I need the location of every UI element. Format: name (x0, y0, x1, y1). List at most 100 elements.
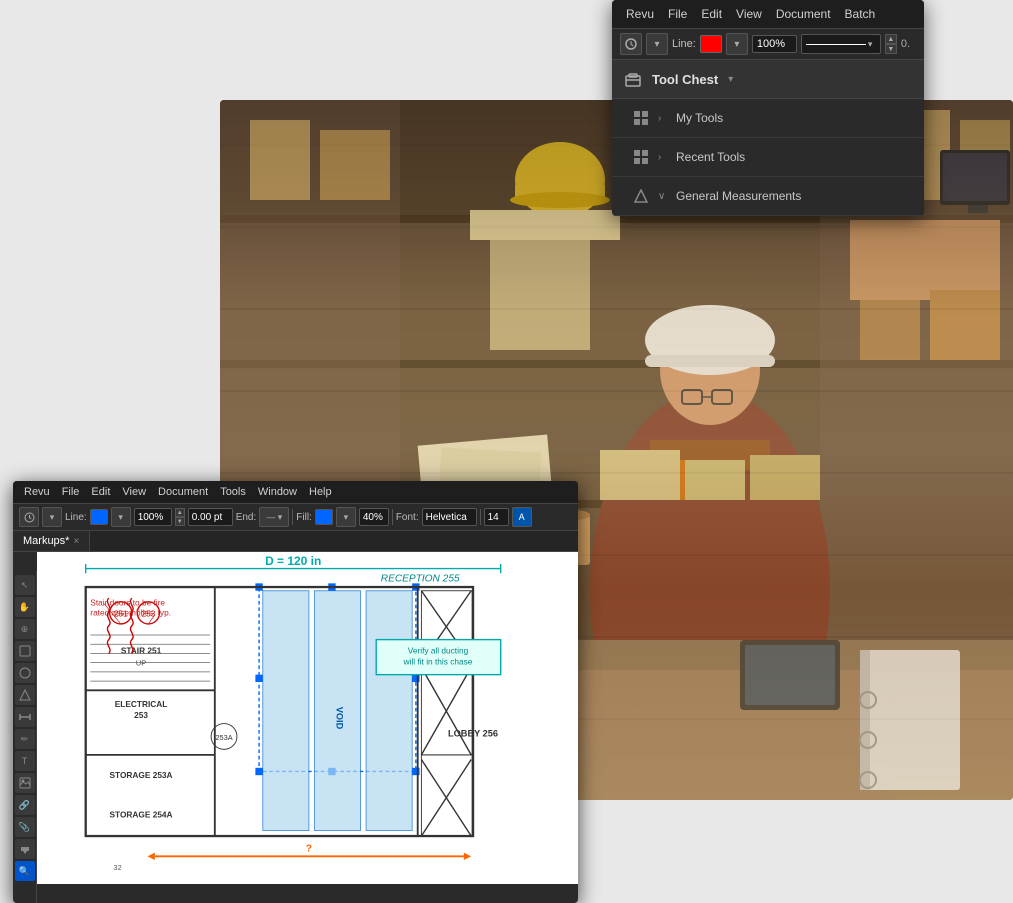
svg-text:STORAGE 253A: STORAGE 253A (110, 770, 173, 780)
mt-divider2 (392, 509, 393, 525)
svg-text:STAIR 251: STAIR 251 (121, 645, 162, 655)
mt-text-icon[interactable]: A (512, 507, 532, 527)
tool-chest-header[interactable]: Tool Chest ▾ (612, 60, 924, 99)
main-menu-document[interactable]: Document (153, 483, 213, 501)
main-menu-help[interactable]: Help (304, 483, 337, 501)
blueprint-svg: D = 120 in RECEPTION 255 (37, 552, 578, 884)
lt-attach[interactable]: 📎 (15, 817, 35, 837)
mt-spinner-down[interactable]: ▼ (175, 517, 185, 526)
menu-batch[interactable]: Batch (839, 4, 882, 24)
mt-line-value[interactable] (188, 508, 233, 526)
lt-hand[interactable]: ✋ (15, 597, 35, 617)
recent-tools-arrow: › (658, 152, 670, 163)
my-tools-label: My Tools (676, 111, 723, 125)
mt-font-value[interactable] (422, 508, 477, 526)
main-menu-view[interactable]: View (117, 483, 151, 501)
main-toolbar: ▾ Line: ▾ ▲ ▼ End: — ▾ Fill: ▾ Font: A (13, 504, 578, 531)
svg-text:253A: 253A (215, 733, 232, 742)
menu-document[interactable]: Document (770, 4, 837, 24)
svg-text:Stair doors to be fire: Stair doors to be fire (90, 597, 165, 607)
main-menu-revu[interactable]: Revu (19, 483, 55, 501)
spinner-up[interactable]: ▲ (885, 34, 897, 44)
mt-divider (292, 509, 293, 525)
tool-chest-header-icon (622, 68, 644, 90)
mt-fill-percent[interactable] (359, 508, 389, 526)
my-tools-arrow: › (658, 113, 670, 124)
svg-text:RECEPTION 255: RECEPTION 255 (381, 574, 460, 585)
menu-view[interactable]: View (730, 4, 768, 24)
main-menu-tools[interactable]: Tools (215, 483, 251, 501)
svg-text:VOID: VOID (335, 707, 345, 730)
lt-text[interactable]: T (15, 751, 35, 771)
mt-spinner-up[interactable]: ▲ (175, 508, 185, 517)
svg-text:Verify all ducting: Verify all ducting (408, 645, 469, 655)
lt-markup2[interactable] (15, 663, 35, 683)
general-measurements-arrow: ∨ (658, 191, 670, 202)
general-measurements-item[interactable]: ∨ General Measurements (612, 177, 924, 216)
mt-font-size[interactable] (484, 508, 509, 526)
svg-text:?: ? (306, 844, 312, 855)
my-tools-item[interactable]: › My Tools (612, 99, 924, 138)
mt-percentage-input[interactable] (134, 508, 172, 526)
menu-edit[interactable]: Edit (695, 4, 728, 24)
main-menu-window[interactable]: Window (253, 483, 302, 501)
mt-dropdown[interactable]: ▾ (42, 507, 62, 527)
recent-tools-item[interactable]: › Recent Tools (612, 138, 924, 177)
main-left-toolbar: ↖ ✋ ⊕ ✏ T 🔗 📎 🔍 (13, 571, 37, 903)
svg-text:will fit in this chase: will fit in this chase (403, 657, 473, 667)
general-measurements-label: General Measurements (676, 189, 801, 203)
percentage-input[interactable] (752, 35, 797, 53)
lt-pen[interactable]: ✏ (15, 729, 35, 749)
mt-fill-color[interactable] (315, 509, 333, 525)
svg-text:D = 120 in: D = 120 in (265, 554, 321, 568)
svg-text:32: 32 (113, 863, 121, 872)
svg-text:STORAGE 254A: STORAGE 254A (110, 810, 173, 820)
revu-menu-bar: Revu File Edit View Document Batch (612, 0, 924, 29)
tool-icon[interactable] (620, 33, 642, 55)
lt-image[interactable] (15, 773, 35, 793)
main-menu-edit[interactable]: Edit (86, 483, 115, 501)
svg-text:LOBBY 256: LOBBY 256 (448, 728, 498, 738)
lt-highlight[interactable] (15, 839, 35, 859)
tab-bar: Markups* × (13, 531, 578, 552)
menu-revu[interactable]: Revu (620, 4, 660, 24)
line-style-selector[interactable]: ▾ (801, 34, 881, 54)
recent-tools-sidebar-icon (630, 146, 652, 168)
line-color-swatch[interactable] (700, 35, 722, 53)
line-label: Line: (672, 38, 696, 50)
spinner-down[interactable]: ▼ (885, 44, 897, 54)
menu-file[interactable]: File (662, 4, 693, 24)
mt-fill-label: Fill: (296, 512, 312, 523)
mt-line-label: Line: (65, 512, 87, 523)
dropdown-icon-2[interactable]: ▾ (726, 33, 748, 55)
tool-chest-title: Tool Chest (652, 72, 718, 87)
mt-tool-icon[interactable] (19, 507, 39, 527)
recent-tools-label: Recent Tools (676, 150, 745, 164)
lt-markup1[interactable] (15, 641, 35, 661)
mt-color-dropdown[interactable]: ▾ (111, 507, 131, 527)
tool-chest-chevron[interactable]: ▾ (728, 74, 733, 85)
general-measurements-icon (630, 185, 652, 207)
my-tools-sidebar-icon (630, 107, 652, 129)
lt-link[interactable]: 🔗 (15, 795, 35, 815)
dropdown-icon[interactable]: ▾ (646, 33, 668, 55)
revu-popup: Revu File Edit View Document Batch ▾ Lin… (612, 0, 924, 216)
lt-cursor[interactable]: ↖ (15, 575, 35, 595)
svg-text:253: 253 (134, 710, 148, 720)
markups-tab-close[interactable]: × (73, 536, 79, 547)
popup-toolbar: ▾ Line: ▾ ▾ ▲ ▼ 0. (612, 29, 924, 60)
mt-fill-dropdown[interactable]: ▾ (336, 507, 356, 527)
blueprint-area: D = 120 in RECEPTION 255 (37, 552, 578, 884)
lt-zoom[interactable]: ⊕ (15, 619, 35, 639)
markups-tab[interactable]: Markups* × (13, 531, 90, 551)
mt-font-label: Font: (396, 512, 419, 523)
main-menu-file[interactable]: File (57, 483, 85, 501)
lt-stamp[interactable] (15, 685, 35, 705)
mt-end-label: End: (236, 512, 257, 523)
lt-search[interactable]: 🔍 (15, 861, 35, 881)
lt-measure[interactable] (15, 707, 35, 727)
mt-divider3 (480, 509, 481, 525)
mt-color-swatch[interactable] (90, 509, 108, 525)
mt-end-select[interactable]: — ▾ (259, 507, 289, 527)
main-menu-bar: Revu File Edit View Document Tools Windo… (13, 481, 578, 504)
